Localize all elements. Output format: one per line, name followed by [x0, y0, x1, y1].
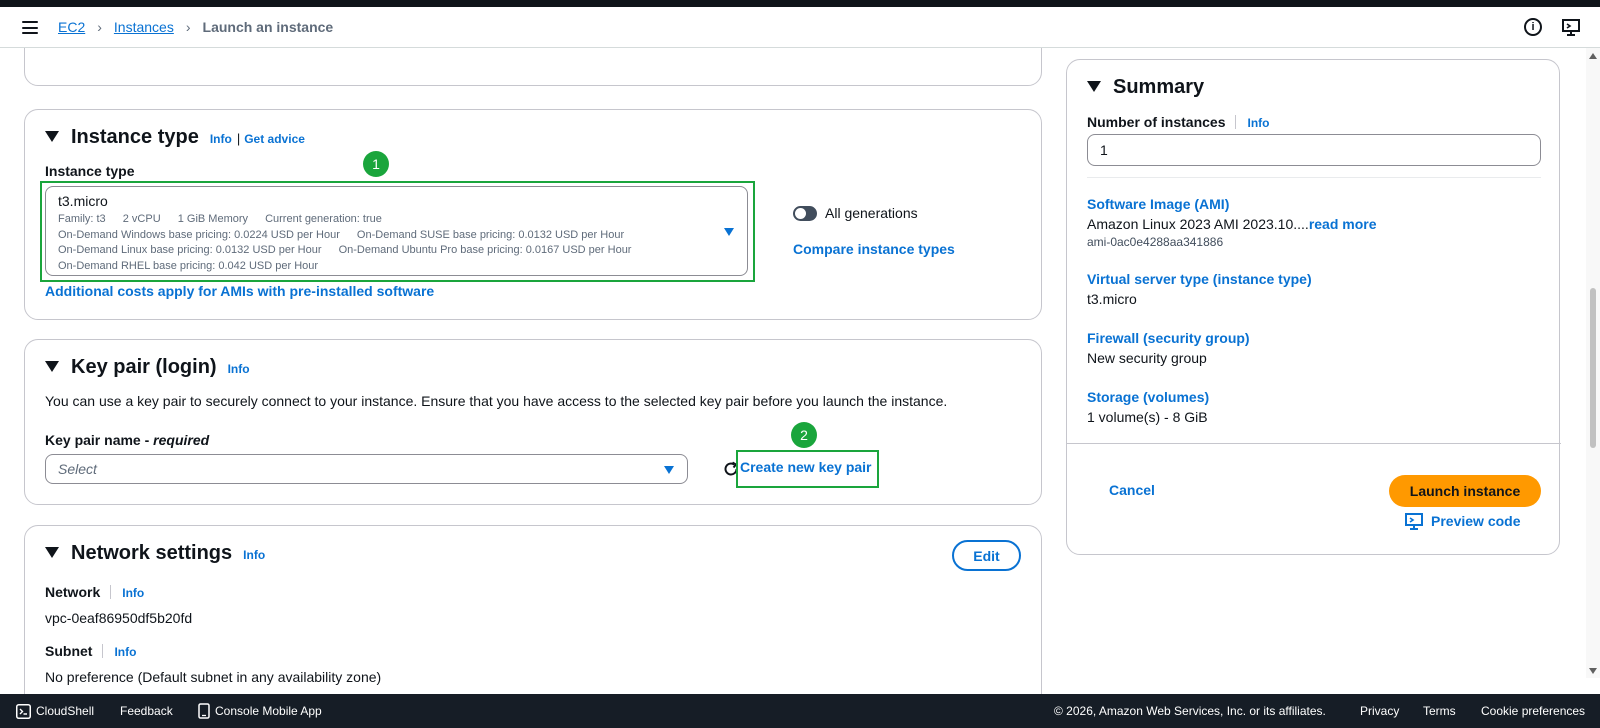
divider	[1087, 177, 1541, 178]
terms-link[interactable]: Terms	[1423, 704, 1456, 718]
scroll-up-icon[interactable]	[1589, 53, 1597, 59]
breadcrumb-instances[interactable]: Instances	[114, 19, 174, 35]
step-badge-2: 2	[791, 422, 817, 448]
network-settings-title: Network settings	[71, 542, 233, 564]
preview-code-link[interactable]: Preview code	[1431, 513, 1521, 529]
edit-button[interactable]: Edit	[952, 540, 1021, 571]
scroll-thumb[interactable]	[1590, 288, 1596, 448]
cookie-preferences-link[interactable]: Cookie preferences	[1481, 704, 1585, 718]
key-pair-title: Key pair (login)	[71, 356, 217, 378]
caret-down-icon[interactable]	[45, 361, 59, 372]
network-settings-info-link[interactable]: Info	[243, 548, 265, 562]
breadcrumb-ec2[interactable]: EC2	[58, 19, 85, 35]
additional-costs-link[interactable]: Additional costs apply for AMIs with pre…	[45, 283, 434, 299]
network-value: vpc-0eaf86950df5b20fd	[45, 610, 193, 626]
summary-title: Summary	[1113, 76, 1205, 98]
scrollbar[interactable]	[1586, 48, 1600, 678]
cloudshell-icon[interactable]	[16, 704, 31, 719]
ami-id: ami-0ac0e4288aa341886	[1087, 235, 1224, 249]
copyright: © 2026, Amazon Web Services, Inc. or its…	[1054, 704, 1326, 718]
instance-type-field-label: Instance type	[45, 163, 135, 179]
highlight-box-1	[40, 181, 755, 282]
subnet-value: No preference (Default subnet in any ava…	[45, 669, 382, 685]
chevron-right-icon: ›	[97, 19, 102, 35]
key-pair-placeholder: Select	[58, 461, 97, 477]
security-group-summary-value: New security group	[1087, 350, 1207, 366]
step-badge-1: 1	[363, 151, 389, 177]
key-pair-description: You can use a key pair to securely conne…	[45, 393, 948, 409]
caret-down-icon[interactable]	[45, 131, 59, 142]
instance-type-summary-link[interactable]: Virtual server type (instance type)	[1087, 271, 1312, 287]
all-generations-toggle[interactable]	[793, 206, 817, 221]
mobile-app-icon[interactable]	[198, 703, 210, 719]
divider: |	[236, 131, 241, 146]
number-of-instances-info-link[interactable]: Info	[1247, 116, 1269, 130]
top-bar	[0, 0, 1600, 7]
main-content: Instance type Info | Get advice Instance…	[0, 48, 1600, 694]
breadcrumb-bar: EC2 › Instances › Launch an instance i	[0, 7, 1600, 48]
menu-icon[interactable]	[22, 21, 38, 34]
console-mobile-app-link[interactable]: Console Mobile App	[215, 704, 322, 718]
previous-panel	[24, 48, 1042, 86]
summary-panel: Summary Number of instances Info 1 Softwa…	[1066, 59, 1561, 555]
instance-type-title: Instance type	[71, 126, 199, 148]
divider	[1067, 443, 1561, 444]
caret-down-icon[interactable]	[45, 547, 59, 558]
storage-summary-value: 1 volume(s) - 8 GiB	[1087, 409, 1208, 425]
breadcrumb: EC2 › Instances › Launch an instance	[58, 19, 333, 35]
cancel-button[interactable]: Cancel	[1109, 482, 1155, 498]
privacy-link[interactable]: Privacy	[1360, 704, 1399, 718]
number-of-instances-label: Number of instances Info	[1087, 114, 1270, 130]
chevron-right-icon: ›	[185, 19, 191, 35]
storage-summary-link[interactable]: Storage (volumes)	[1087, 389, 1209, 405]
instance-type-info-link[interactable]: Info	[210, 132, 232, 146]
subnet-label: Subnet Info	[45, 643, 137, 659]
cloudshell-link[interactable]: CloudShell	[36, 704, 94, 718]
network-label: Network Info	[45, 584, 145, 600]
caret-down-icon[interactable]	[1087, 81, 1101, 92]
key-pair-select[interactable]: Select	[45, 454, 688, 484]
number-of-instances-input[interactable]: 1	[1087, 134, 1541, 166]
read-more-link[interactable]: read more	[1309, 216, 1377, 232]
instance-type-panel: Instance type Info | Get advice Instance…	[24, 109, 1042, 320]
key-pair-name-label: Key pair name - required	[45, 432, 210, 448]
breadcrumb-current: Launch an instance	[202, 19, 334, 35]
get-advice-link[interactable]: Get advice	[244, 132, 305, 146]
feedback-link[interactable]: Feedback	[120, 704, 173, 718]
preview-code-icon	[1405, 513, 1423, 530]
security-group-summary-link[interactable]: Firewall (security group)	[1087, 330, 1250, 346]
highlight-box-2	[736, 450, 879, 488]
launch-instance-button[interactable]: Launch instance	[1389, 475, 1541, 507]
all-generations-label: All generations	[825, 205, 918, 221]
scroll-down-icon[interactable]	[1589, 668, 1597, 674]
footer: CloudShell Feedback Console Mobile App ©…	[0, 694, 1600, 728]
dropdown-caret-icon	[664, 466, 674, 474]
key-pair-panel: Key pair (login) Info You can use a key …	[24, 339, 1042, 505]
subnet-info-link[interactable]: Info	[114, 645, 136, 659]
ami-value: Amazon Linux 2023 AMI 2023.10....read mo…	[1087, 216, 1377, 232]
compare-instance-types-link[interactable]: Compare instance types	[793, 241, 955, 257]
required-marker: required	[153, 432, 210, 448]
info-icon[interactable]: i	[1524, 18, 1542, 36]
network-settings-panel: Network settings Info Edit Network Info v…	[24, 525, 1042, 694]
network-info-link[interactable]: Info	[122, 586, 144, 600]
key-pair-info-link[interactable]: Info	[228, 362, 250, 376]
ami-link[interactable]: Software Image (AMI)	[1087, 196, 1229, 212]
instance-type-summary-value: t3.micro	[1087, 291, 1137, 307]
screen-share-icon[interactable]	[1562, 18, 1580, 36]
